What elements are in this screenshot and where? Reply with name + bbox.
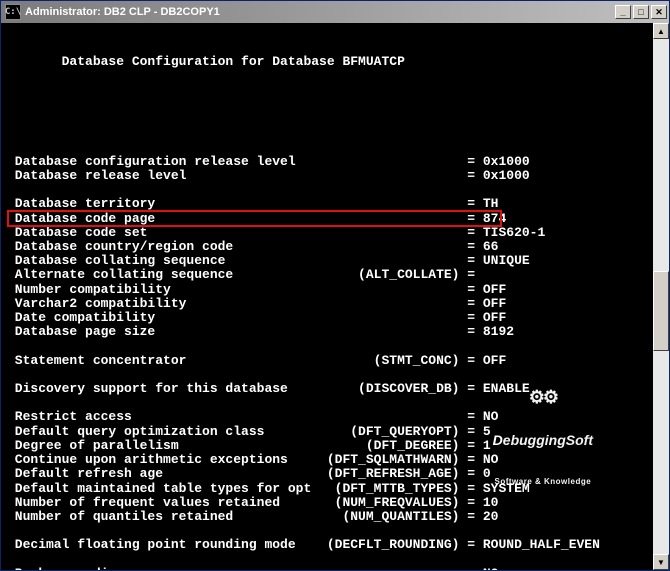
config-row: Database release level = 0x1000	[7, 169, 653, 183]
blank-line	[7, 368, 653, 382]
blank-line	[7, 524, 653, 538]
blank-line	[7, 553, 653, 567]
app-icon: C:\	[5, 4, 21, 20]
vertical-scrollbar[interactable]: ▲ ▼	[653, 23, 669, 570]
config-row: Degree of parallelism (DFT_DEGREE) = 1	[7, 439, 653, 453]
config-row: Database code set = TIS620-1	[7, 226, 653, 240]
config-row: Backup pending = NO	[7, 567, 653, 570]
client-area: Database Configuration for Database BFMU…	[1, 23, 669, 570]
config-row: Alternate collating sequence (ALT_COLLAT…	[7, 268, 653, 282]
close-button[interactable]: ✕	[651, 5, 667, 19]
config-row: Number of quantiles retained (NUM_QUANTI…	[7, 510, 653, 524]
config-row: Restrict access = NO	[7, 410, 653, 424]
config-row: Database territory = TH	[7, 197, 653, 211]
window-title: Administrator: DB2 CLP - DB2COPY1	[25, 6, 615, 18]
scroll-down-button[interactable]: ▼	[653, 554, 669, 570]
config-row: Decimal floating point rounding mode (DE…	[7, 538, 653, 552]
maximize-button[interactable]: □	[633, 5, 649, 19]
config-row: Varchar2 compatibility = OFF	[7, 297, 653, 311]
blank-line	[7, 183, 653, 197]
config-row: Date compatibility = OFF	[7, 311, 653, 325]
config-row: Default query optimization class (DFT_QU…	[7, 425, 653, 439]
window-controls: _ □ ✕	[615, 5, 667, 19]
scroll-track[interactable]	[653, 39, 669, 554]
config-row: Database page size = 8192	[7, 325, 653, 339]
config-row: Default refresh age (DFT_REFRESH_AGE) = …	[7, 467, 653, 481]
app-window: C:\ Administrator: DB2 CLP - DB2COPY1 _ …	[0, 0, 670, 571]
config-row: Statement concentrator (STMT_CONC) = OFF	[7, 354, 653, 368]
config-row: Number compatibility = OFF	[7, 283, 653, 297]
config-row: Database collating sequence = UNIQUE	[7, 254, 653, 268]
config-row: Database country/region code = 66	[7, 240, 653, 254]
blank-line	[7, 339, 653, 353]
blank-line	[7, 98, 653, 112]
config-row: Discovery support for this database (DIS…	[7, 382, 653, 396]
minimize-button[interactable]: _	[615, 5, 631, 19]
scroll-up-button[interactable]: ▲	[653, 23, 669, 39]
config-row: Database code page = 874	[7, 212, 653, 226]
titlebar[interactable]: C:\ Administrator: DB2 CLP - DB2COPY1 _ …	[1, 1, 669, 23]
blank-line	[7, 396, 653, 410]
config-row: Database configuration release level = 0…	[7, 155, 653, 169]
config-row: Default maintained table types for opt (…	[7, 482, 653, 496]
config-row: Continue upon arithmetic exceptions (DFT…	[7, 453, 653, 467]
config-header: Database Configuration for Database BFMU…	[7, 55, 653, 69]
config-row: Number of frequent values retained (NUM_…	[7, 496, 653, 510]
scroll-thumb[interactable]	[653, 271, 669, 351]
terminal-output: Database Configuration for Database BFMU…	[1, 23, 653, 570]
